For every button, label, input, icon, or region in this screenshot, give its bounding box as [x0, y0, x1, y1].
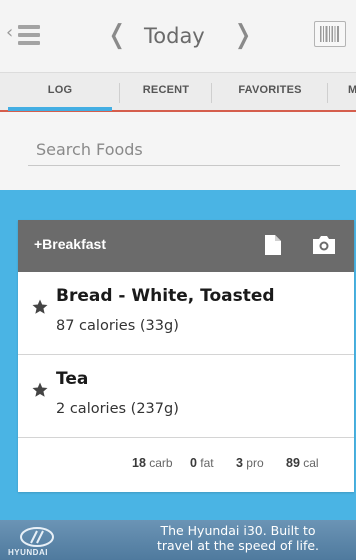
document-icon[interactable] [264, 234, 282, 256]
active-tab-indicator [8, 107, 112, 111]
tab-recent[interactable]: RECENT [120, 73, 212, 111]
barcode-scan-button[interactable] [314, 21, 346, 47]
food-item[interactable]: Tea 2 calories (237g) [18, 355, 354, 437]
meal-totals: 18 carb 0 fat 3 pro 89 cal [18, 438, 354, 492]
tab-favorites-label: FAVORITES [238, 84, 302, 96]
add-breakfast-button[interactable]: +Breakfast [34, 236, 106, 252]
tab-recent-label: RECENT [142, 84, 190, 96]
breakfast-card: +Breakfast Bread - White, Toasted 87 cal… [18, 220, 354, 492]
tab-log-label: LOG [47, 84, 73, 96]
total-calories: 89 cal [286, 456, 319, 470]
search-area [0, 112, 356, 190]
tab-bar: LOG RECENT FAVORITES M [0, 72, 356, 112]
date-label: Today [144, 24, 205, 48]
total-protein: 3 pro [236, 456, 264, 470]
total-fat: 0 fat [190, 456, 214, 470]
ad-line-2: travel at the speed of life. [156, 538, 320, 553]
ad-banner[interactable]: HYUNDAI The Hyundai i30. Built to travel… [0, 520, 356, 560]
meal-header: +Breakfast [18, 220, 354, 272]
previous-day-button[interactable]: ❬ [106, 18, 128, 52]
next-day-button[interactable]: ❭ [232, 18, 254, 52]
tab-log[interactable]: LOG [0, 73, 120, 111]
ad-line-1: The Hyundai i30. Built to [160, 523, 316, 538]
ad-text: The Hyundai i30. Built to travel at the … [128, 523, 348, 553]
menu-icon-bar [18, 33, 40, 37]
total-carb: 18 carb [132, 456, 173, 470]
food-name: Tea [56, 369, 89, 389]
food-calories: 87 calories (33g) [56, 318, 179, 334]
meal-log-area: +Breakfast Bread - White, Toasted 87 cal… [0, 190, 356, 520]
camera-icon[interactable] [311, 235, 337, 255]
barcode-icon [320, 26, 339, 42]
ad-brand: HYUNDAI [8, 548, 48, 557]
date-navigation-bar: ‹ ❬ Today ❭ [0, 0, 356, 72]
food-name: Bread - White, Toasted [56, 286, 275, 306]
back-chevron-icon: ‹ [6, 22, 14, 43]
search-foods-input[interactable] [28, 134, 340, 166]
star-icon[interactable] [31, 298, 49, 316]
menu-icon [18, 25, 40, 29]
star-icon[interactable] [31, 381, 49, 399]
food-item[interactable]: Bread - White, Toasted 87 calories (33g) [18, 272, 354, 354]
food-calories: 2 calories (237g) [56, 401, 179, 417]
tab-more-label: M [348, 84, 356, 96]
tab-favorites[interactable]: FAVORITES [212, 73, 328, 111]
menu-button[interactable]: ‹ [6, 20, 42, 50]
menu-icon-bar [18, 41, 40, 45]
tab-more[interactable]: M [328, 73, 356, 111]
